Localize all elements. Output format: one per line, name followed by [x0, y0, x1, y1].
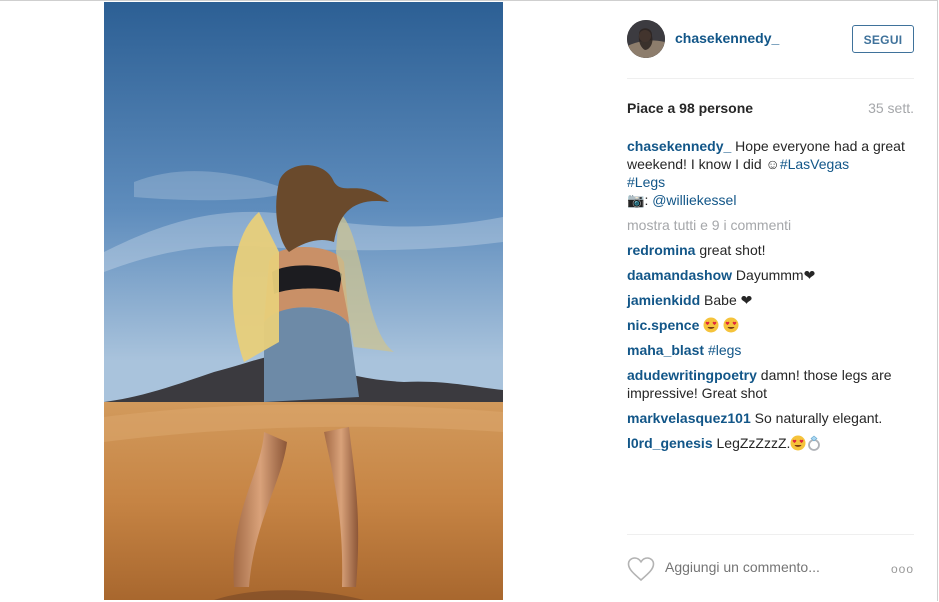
comment-user[interactable]: daamandashow	[627, 267, 732, 283]
post-footer: ooo	[627, 554, 914, 584]
comment-user[interactable]: redromina	[627, 242, 695, 258]
show-all-comments-link[interactable]: mostra tutti e 9 i commenti	[627, 216, 914, 234]
comment: markvelasquez101 So naturally elegant.	[627, 409, 914, 427]
comment-text: So naturally elegant.	[754, 410, 883, 426]
hashtag-lasvegas[interactable]: #LasVegas	[780, 156, 849, 172]
post-photo[interactable]	[104, 2, 503, 600]
heart-eyes-emoji	[703, 317, 719, 333]
likes-count[interactable]: Piace a 98 persone	[627, 100, 753, 116]
heart-eyes-emoji	[790, 435, 806, 451]
comment-user[interactable]: nic.spence	[627, 317, 699, 333]
caption: chasekennedy_ Hope everyone had a great …	[627, 137, 914, 209]
divider	[627, 534, 914, 535]
hashtag-legs[interactable]: #Legs	[627, 174, 665, 190]
comment-user[interactable]: markvelasquez101	[627, 410, 751, 426]
ring-emoji	[808, 435, 821, 451]
comment: jamienkidd Babe ❤	[627, 291, 914, 309]
follow-button[interactable]: SEGUI	[852, 25, 914, 53]
add-comment-input[interactable]	[665, 559, 855, 575]
comment: nic.spence	[627, 316, 914, 334]
comment-user[interactable]: l0rd_genesis	[627, 435, 713, 451]
comment-text: great shot!	[699, 242, 766, 258]
comment: l0rd_genesis LegZzZzzZ.	[627, 434, 914, 452]
avatar[interactable]	[627, 20, 665, 58]
comment: adudewritingpoetry damn! those legs are …	[627, 366, 914, 402]
hashtag-legs-comment[interactable]: #legs	[708, 342, 741, 358]
camera-icon: 📷	[627, 192, 645, 208]
comment: redromina great shot!	[627, 241, 914, 259]
header-username[interactable]: chasekennedy_	[675, 30, 779, 46]
caption-user[interactable]: chasekennedy_	[627, 138, 731, 154]
comment-text: Dayummm❤	[735, 267, 816, 283]
heart-icon[interactable]	[627, 556, 655, 582]
smile-emoji: ☺	[765, 156, 780, 172]
comment-user[interactable]: jamienkidd	[627, 292, 700, 308]
comments-list: chasekennedy_ Hope everyone had a great …	[627, 137, 914, 459]
comment-text: LegZzZzzZ.	[716, 435, 791, 451]
divider	[627, 78, 914, 79]
comment-user[interactable]: adudewritingpoetry	[627, 367, 757, 383]
post-header: chasekennedy_ SEGUI	[627, 20, 914, 60]
more-options-icon[interactable]: ooo	[891, 562, 914, 576]
post-sidebar: chasekennedy_ SEGUI Piace a 98 persone 3…	[627, 0, 914, 602]
comment-user[interactable]: maha_blast	[627, 342, 704, 358]
comment: maha_blast #legs	[627, 341, 914, 359]
mention-williekessel[interactable]: @williekessel	[652, 192, 736, 208]
comment-text: Babe ❤	[704, 292, 753, 308]
comment: daamandashow Dayummm❤	[627, 266, 914, 284]
heart-eyes-emoji	[723, 317, 739, 333]
post-time[interactable]: 35 sett.	[868, 100, 914, 116]
